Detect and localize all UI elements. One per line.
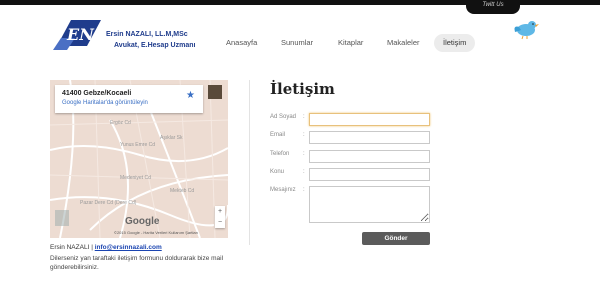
nav-makaleler[interactable]: Makaleler — [387, 34, 420, 52]
field-colon: : — [303, 132, 305, 138]
field-colon: : — [303, 151, 305, 157]
field-label-message: Mesajınız — [270, 187, 296, 193]
divider — [249, 80, 250, 245]
zoom-in-button[interactable]: + — [215, 206, 225, 217]
logo-subtitle: Avukat, E.Hesap Uzmanı — [114, 42, 196, 49]
form-title: İletişim — [270, 80, 335, 98]
contact-name: Ersin NAZALI — [50, 244, 90, 251]
field-label-name: Ad Soyad — [270, 114, 297, 120]
nav-anasayfa[interactable]: Anasayfa — [226, 34, 257, 52]
map-place-card: 41400 Gebze/Kocaeli Google Haritalar'da … — [55, 85, 203, 113]
contact-line: Ersin NAZALI | info@ersinnazali.com — [50, 244, 162, 251]
embedded-map[interactable]: Yunus Emre Cd Pazar Dere Cd (Dere Cd) Er… — [50, 80, 228, 238]
contact-note: Dilerseniz yan taraftaki iletişim formun… — [50, 255, 224, 271]
zoom-control[interactable]: + − — [215, 206, 225, 228]
street-label: Medeniyet Cd — [120, 175, 151, 181]
field-colon: : — [303, 187, 305, 193]
street-label: Pazar Dere Cd (Dere Cd) — [80, 200, 137, 206]
street-label: Ergöz Cd — [110, 120, 131, 126]
svg-text:EN: EN — [66, 25, 95, 44]
field-label-phone: Telefon — [270, 151, 290, 157]
subject-input[interactable] — [309, 168, 430, 181]
phone-input[interactable] — [309, 150, 430, 163]
street-label: Mekteb Cd — [170, 188, 195, 194]
twitter-tab[interactable]: Twitt Us — [466, 0, 520, 14]
twitter-bird-icon[interactable] — [511, 16, 539, 40]
field-label-email: Email — [270, 132, 286, 138]
nav-sunumlar[interactable]: Sunumlar — [281, 34, 313, 52]
map-open-link[interactable]: Google Haritalar'da görüntüleyin — [62, 100, 148, 106]
nav-iletisim[interactable]: İletişim — [434, 34, 476, 52]
submit-button[interactable]: Gönder — [362, 232, 430, 245]
field-colon: : — [303, 169, 305, 175]
logo-icon[interactable]: EN — [53, 16, 103, 52]
nav-kitaplar[interactable]: Kitaplar — [338, 34, 363, 52]
star-icon[interactable]: ★ — [186, 91, 195, 101]
field-label-subject: Konu — [270, 169, 285, 175]
name-input[interactable] — [309, 113, 430, 126]
street-view-icon[interactable] — [55, 210, 69, 226]
message-textarea[interactable] — [309, 186, 430, 223]
field-colon: : — [303, 114, 305, 120]
email-input[interactable] — [309, 131, 430, 144]
map-place-title: 41400 Gebze/Kocaeli — [62, 90, 132, 97]
zoom-out-button[interactable]: − — [215, 217, 225, 228]
google-watermark: Google — [125, 216, 160, 227]
map-thumbnail[interactable] — [208, 85, 222, 99]
street-label: Aşıklar Sk — [160, 135, 183, 141]
contact-separator: | — [91, 244, 93, 251]
logo-name: Ersin NAZALI, LL.M,MSc — [106, 31, 188, 38]
street-label: Yunus Emre Cd — [120, 142, 156, 148]
contact-email-link[interactable]: info@ersinnazali.com — [95, 244, 162, 251]
map-footer: ©2015 Google - Harita Verileri Kullanım … — [114, 230, 199, 235]
